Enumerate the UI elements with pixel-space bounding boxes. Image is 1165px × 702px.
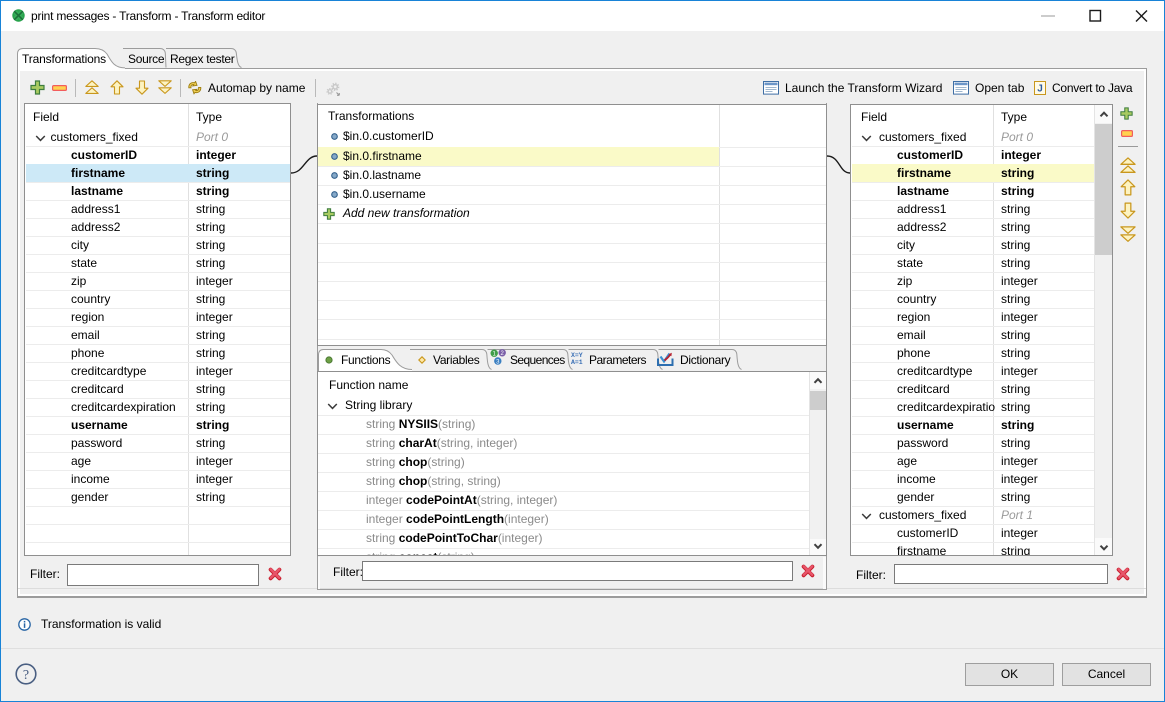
svg-text:X=Y: X=Y (571, 352, 583, 359)
svg-text:?: ? (23, 668, 29, 683)
svg-text:J: J (1037, 84, 1043, 95)
svg-text:A=1: A=1 (571, 359, 583, 365)
